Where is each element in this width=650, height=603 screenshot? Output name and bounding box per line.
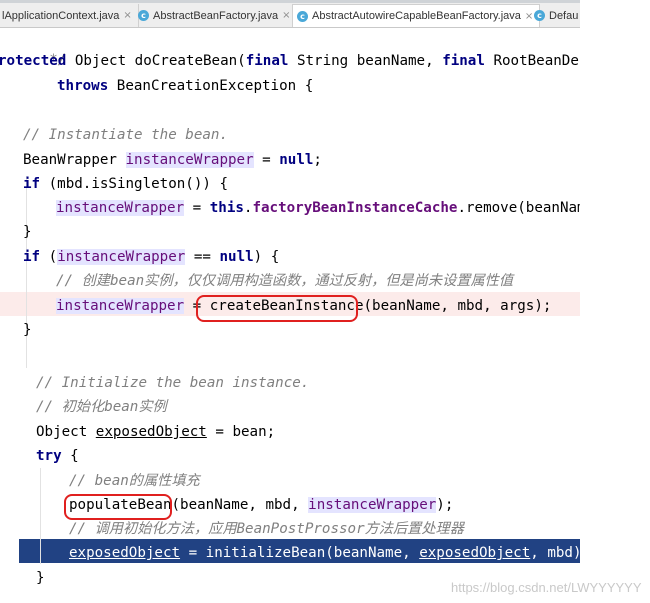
code-line: // 创建bean实例，仅仅调用构造函数，通过反射，但是尚未设置属性值 xyxy=(56,273,514,289)
tab-abstract-bean-factory[interactable]: c AbstractBeanFactory.java × xyxy=(134,4,298,27)
tab-label: AbstractAutowireCapableBeanFactory.java xyxy=(312,10,521,22)
class-icon: c xyxy=(534,10,545,21)
annotation-box-populate-bean xyxy=(64,494,172,520)
code-line: rotected Object doCreateBean(final Strin… xyxy=(0,53,580,69)
code-editor[interactable]: */ rotected Object doCreateBean(final St… xyxy=(0,28,580,603)
code-line-selected: exposedObject = initializeBean(beanName,… xyxy=(69,545,580,561)
code-line: instanceWrapper = this.factoryBeanInstan… xyxy=(56,200,580,216)
tab-label: AbstractBeanFactory.java xyxy=(153,9,279,22)
code-line: // 初始化bean实例 xyxy=(36,399,167,415)
close-icon[interactable]: × xyxy=(123,10,131,21)
annotation-box-create-bean-instance xyxy=(196,295,358,322)
code-line: if (instanceWrapper == null) { xyxy=(23,249,280,265)
tab-abstract-autowire-capable-bean-factory[interactable]: c AbstractAutowireCapableBeanFactory.jav… xyxy=(292,4,541,27)
code-line: } xyxy=(36,570,45,586)
class-icon: c xyxy=(297,10,308,22)
code-line: // Instantiate the bean. xyxy=(23,127,228,143)
tab-default[interactable]: c Defau xyxy=(530,4,580,27)
watermark: https://blog.csdn.net/LWYYYYYY xyxy=(451,580,642,595)
code-line: */ xyxy=(49,52,67,68)
indent-guide xyxy=(40,468,41,564)
code-line: Object exposedObject = bean; xyxy=(36,424,276,440)
class-icon: c xyxy=(138,10,149,21)
tab-label: Defau xyxy=(549,9,579,22)
close-icon[interactable]: × xyxy=(282,10,290,21)
code-line: // Initialize the bean instance. xyxy=(36,375,310,391)
tab-label: lApplicationContext.java xyxy=(2,9,120,22)
code-line: } xyxy=(23,322,32,338)
code-line: BeanWrapper instanceWrapper = null; xyxy=(23,152,322,168)
code-line: try { xyxy=(36,448,79,464)
code-line: // 调用初始化方法，应用BeanPostProssor方法后置处理器 xyxy=(69,521,464,537)
code-line: // bean的属性填充 xyxy=(69,473,200,489)
editor-window: lApplicationContext.java × c AbstractBea… xyxy=(0,0,580,603)
code-line: if (mbd.isSingleton()) { xyxy=(23,176,229,192)
editor-tab-bar: lApplicationContext.java × c AbstractBea… xyxy=(0,0,580,28)
code-line: throws BeanCreationException { xyxy=(57,78,314,94)
code-line: } xyxy=(23,224,32,240)
